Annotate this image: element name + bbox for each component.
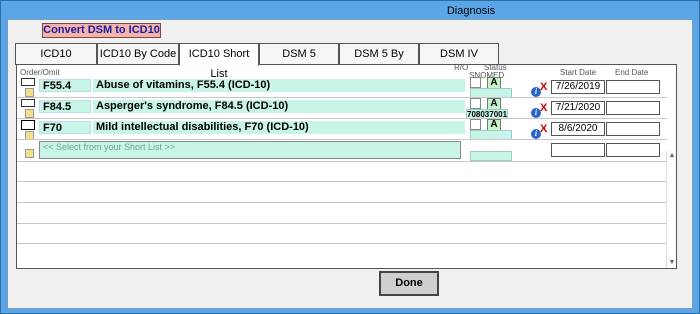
scroll-down-icon[interactable]: ▼ (668, 259, 676, 267)
start-date-field[interactable]: 8/6/2020 (551, 122, 605, 136)
omit-checkbox[interactable] (25, 149, 34, 158)
order-checkbox[interactable] (21, 99, 35, 107)
select-row: << Select from your Short List >> (17, 141, 678, 161)
window-title: Diagnosis (446, 5, 496, 17)
done-button[interactable]: Done (379, 271, 439, 296)
delete-x-icon[interactable]: X (540, 103, 547, 114)
diagnosis-description: Abuse of vitamins, F55.4 (ICD-10) (93, 79, 465, 92)
start-date-field[interactable]: 7/21/2020 (551, 101, 605, 115)
diagnosis-code: F84.5 (39, 100, 91, 113)
tab-dsm5[interactable]: DSM 5 (259, 43, 339, 65)
tab-dsm5-by-code[interactable]: DSM 5 By Code (339, 43, 419, 80)
order-checkbox[interactable] (21, 78, 35, 86)
rule-out-checkbox[interactable] (470, 77, 481, 88)
order-checkbox[interactable] (21, 120, 35, 130)
end-date-field[interactable] (606, 101, 660, 115)
header-order-omit: Order/Omit (20, 68, 60, 77)
header-start-date: Start Date (560, 68, 597, 77)
delete-x-icon[interactable]: X (540, 124, 547, 135)
row-divider (17, 139, 667, 140)
info-icon[interactable]: i (531, 87, 541, 97)
end-date-field[interactable] (606, 80, 660, 94)
diagnosis-row: F84.5 Asperger's syndrome, F84.5 (ICD-10… (17, 98, 678, 119)
start-date-field[interactable]: 7/26/2019 (551, 80, 605, 94)
tab-icd10-by-code[interactable]: ICD10 By Code (97, 43, 179, 65)
grid-scrollbar[interactable]: ▲ ▼ (666, 151, 676, 268)
row-divider (17, 161, 667, 162)
info-icon[interactable]: i (531, 129, 541, 139)
row-divider (17, 118, 667, 119)
row-divider (17, 97, 667, 98)
scroll-up-icon[interactable]: ▲ (668, 152, 676, 160)
diagnosis-description: Mild intellectual disabilities, F70 (ICD… (93, 121, 465, 134)
snomed-field[interactable] (470, 151, 512, 161)
diagnosis-description: Asperger's syndrome, F84.5 (ICD-10) (93, 100, 465, 113)
diagnosis-window: Diagnosis Convert DSM to ICD10 ICD10 ICD… (0, 0, 700, 314)
tab-icd10-short-list[interactable]: ICD10 Short List (179, 43, 259, 80)
diagnosis-row: F70 Mild intellectual disabilities, F70 … (17, 119, 678, 140)
diagnosis-row: F55.4 Abuse of vitamins, F55.4 (ICD-10) … (17, 77, 678, 98)
end-date-field[interactable] (606, 143, 660, 157)
row-divider (17, 223, 667, 224)
header-end-date: End Date (615, 68, 649, 77)
convert-dsm-button[interactable]: Convert DSM to ICD10 (42, 23, 161, 38)
rule-out-checkbox[interactable] (470, 98, 481, 109)
row-divider (17, 243, 667, 244)
short-list-select[interactable]: << Select from your Short List >> (39, 141, 461, 159)
row-divider (17, 181, 667, 182)
info-icon[interactable]: i (531, 108, 541, 118)
header-ro: R/O (454, 63, 469, 72)
diagnosis-grid: Order/Omit R/O Status SNOMED Start Date … (16, 63, 678, 269)
tab-icd10[interactable]: ICD10 (15, 43, 97, 65)
start-date-field[interactable] (551, 143, 605, 157)
end-date-field[interactable] (606, 122, 660, 136)
diagnosis-code: F55.4 (39, 79, 91, 92)
omit-checkbox[interactable] (25, 109, 34, 118)
delete-x-icon[interactable]: X (540, 82, 547, 93)
row-divider (17, 202, 667, 203)
rule-out-checkbox[interactable] (470, 119, 481, 130)
tab-dsm-iv[interactable]: DSM IV (419, 43, 499, 65)
omit-checkbox[interactable] (25, 88, 34, 97)
diagnosis-code: F70 (39, 121, 91, 134)
